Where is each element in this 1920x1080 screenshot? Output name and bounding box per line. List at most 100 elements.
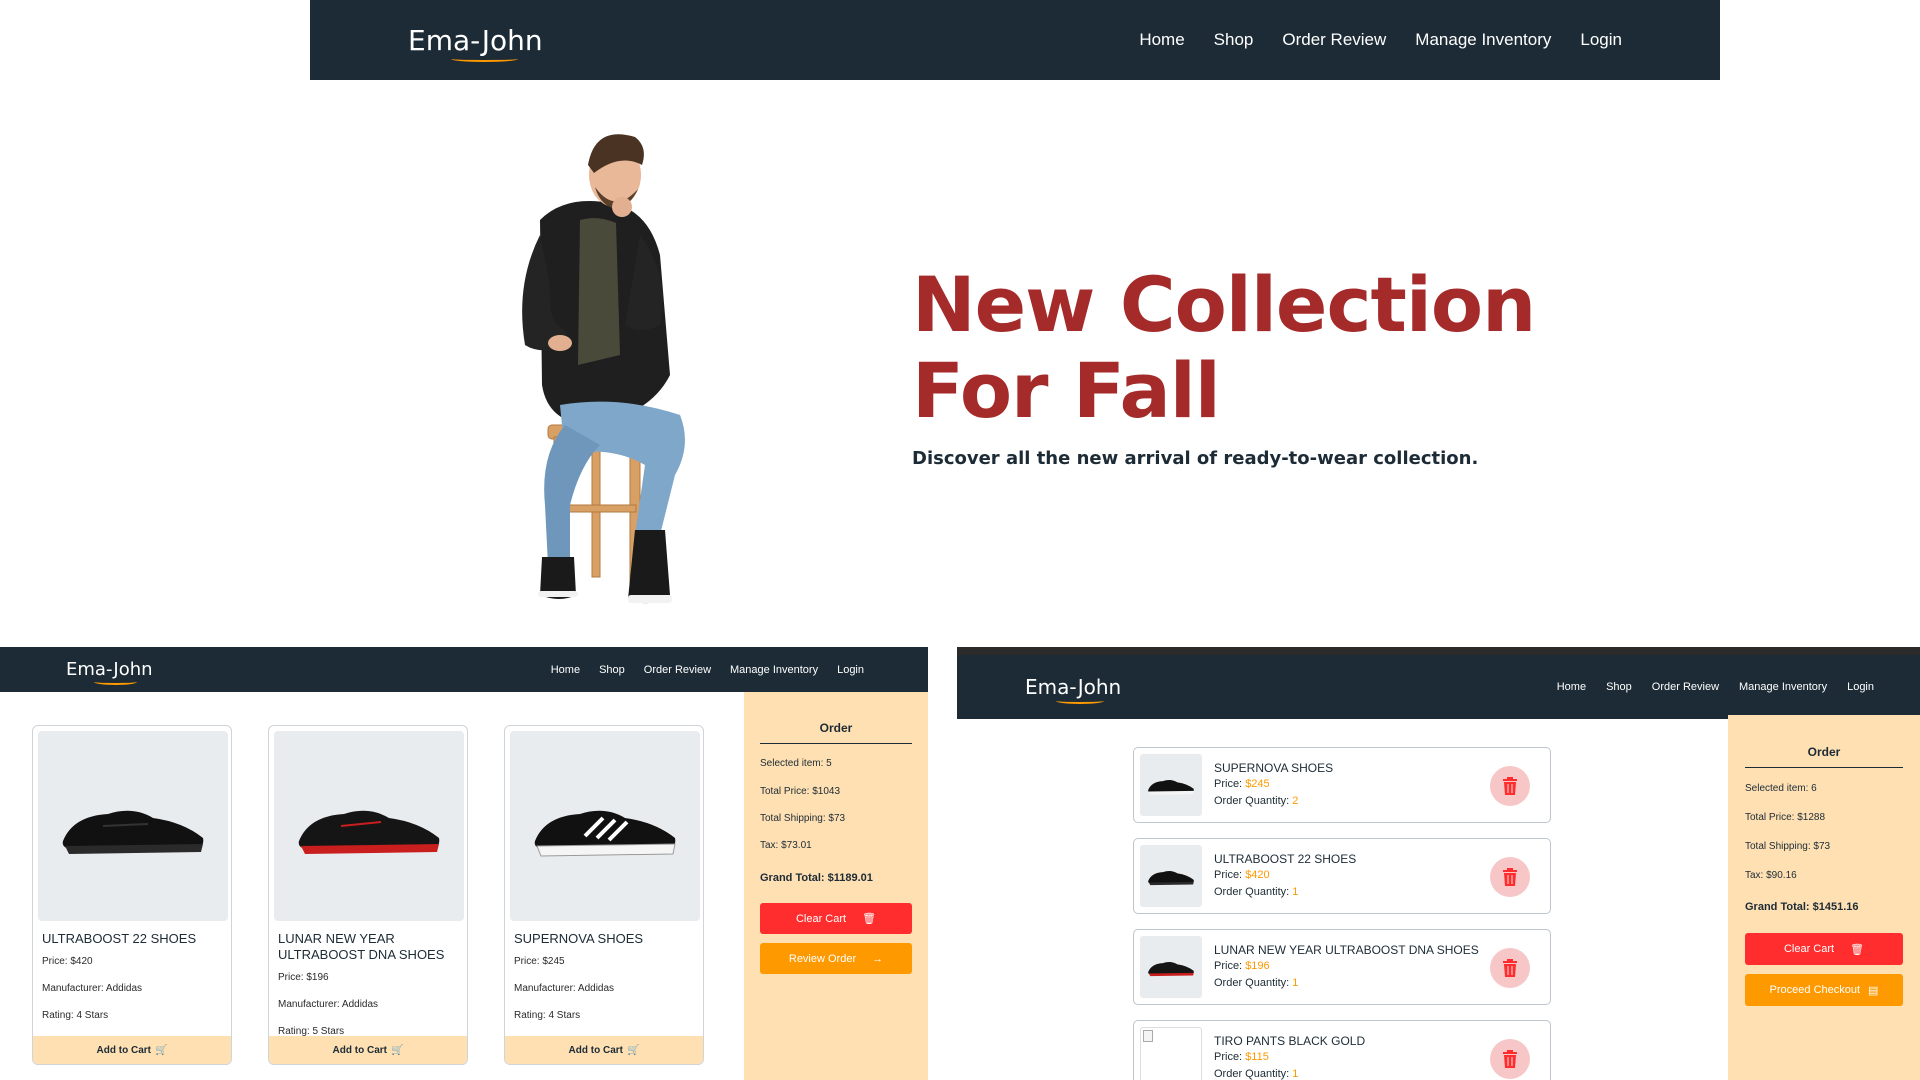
proceed-checkout-button[interactable]: Proceed Checkout ▤ [1745,974,1903,1006]
item-quantity-label: Order Quantity: [1214,795,1293,807]
review-item: SUPERNOVA SHOES Price: $245 Order Quanti… [1133,747,1551,823]
brand-logo[interactable]: Ema-John [1025,675,1122,704]
nav-login-link[interactable]: Login [1847,681,1874,693]
item-quantity-value: 1 [1292,977,1299,989]
product-image [510,731,700,921]
delete-item-button[interactable] [1490,766,1530,806]
nav-login-link[interactable]: Login [837,664,864,676]
review-item: TIRO PANTS BLACK GOLD Price: $115 Order … [1133,1020,1551,1080]
product-name: LUNAR NEW YEAR ULTRABOOST DNA SHOES [278,931,445,962]
total-shipping: Total Shipping: $73 [1745,841,1831,852]
nav-shop-link[interactable]: Shop [599,664,625,676]
trash-icon: 🗑 [1850,943,1865,956]
nav-login-link[interactable]: Login [1580,30,1622,50]
product-manufacturer: Manufacturer: Addidas [514,983,615,994]
total-price: Total Price: $1288 [1745,812,1826,823]
item-price-value: $420 [1245,869,1270,881]
order-summary: Order Selected item: 6 Total Price: $128… [1728,715,1920,1080]
nav-manage-inventory-link[interactable]: Manage Inventory [730,664,818,676]
item-quantity: Order Quantity: 1 [1214,977,1298,989]
nav-menu: Home Shop Order Review Manage Inventory … [532,664,864,676]
product-name: SUPERNOVA SHOES [514,931,644,946]
shoe-image [1148,871,1194,886]
review-navbar: Ema-John Home Shop Order Review Manage I… [957,655,1920,719]
product-image [274,731,464,921]
nav-shop-link[interactable]: Shop [1606,681,1632,693]
item-price-label: Price: [1214,778,1246,790]
product-price: Price: $245 [514,956,565,967]
delete-item-button[interactable] [1490,1039,1530,1079]
nav-order-review-link[interactable]: Order Review [1282,30,1386,50]
add-to-cart-button[interactable]: Add to Cart 🛒 [505,1036,703,1064]
order-summary: Order Selected item: 5 Total Price: $104… [744,692,928,1080]
logo-smile-icon [93,679,137,685]
logo-smile-icon [451,56,519,62]
delete-item-button[interactable] [1490,948,1530,988]
nav-manage-inventory-link[interactable]: Manage Inventory [1415,30,1551,50]
trash-icon [1503,777,1517,795]
nav-order-review-link[interactable]: Order Review [1652,681,1719,693]
item-quantity-value: 2 [1292,795,1299,807]
cart-icon: 🛒 [155,1044,168,1056]
item-name: ULTRABOOST 22 SHOES [1214,852,1357,866]
order-review-page-screenshot: Ema-John Home Shop Order Review Manage I… [957,647,1920,1080]
review-order-button[interactable]: Review Order → [760,943,912,974]
add-to-cart-button[interactable]: Add to Cart 🛒 [33,1036,231,1064]
total-shipping: Total Shipping: $73 [760,813,846,824]
item-name: LUNAR NEW YEAR ULTRABOOST DNA SHOES [1214,943,1479,957]
nav-menu: Home Shop Order Review Manage Inventory … [1110,30,1622,50]
item-name: TIRO PANTS BLACK GOLD [1214,1034,1366,1048]
add-to-cart-label: Add to Cart [96,1044,151,1056]
brand-logo[interactable]: Ema-John [408,24,543,62]
grand-total: Grand Total: $1451.16 [1745,901,1859,913]
browser-top-bar [957,647,1920,655]
item-quantity-label: Order Quantity: [1214,977,1293,989]
nav-home-link[interactable]: Home [551,664,580,676]
add-to-cart-button[interactable]: Add to Cart 🛒 [269,1036,467,1064]
shoe-image [298,810,440,854]
hero-subtitle: Discover all the new arrival of ready-to… [912,448,1479,469]
shoe-image [1148,962,1194,977]
nav-menu: Home Shop Order Review Manage Inventory … [1537,681,1874,693]
nav-shop-link[interactable]: Shop [1214,30,1254,50]
item-quantity: Order Quantity: 1 [1214,886,1298,898]
shoe-image [534,810,676,857]
nav-manage-inventory-link[interactable]: Manage Inventory [1739,681,1827,693]
shop-page-screenshot: Ema-John Home Shop Order Review Manage I… [0,647,928,1080]
item-price: Price: $245 [1214,778,1270,790]
item-price-label: Price: [1214,960,1246,972]
product-manufacturer: Manufacturer: Addidas [42,983,143,994]
product-name: ULTRABOOST 22 SHOES [42,931,197,946]
cart-icon: 🛒 [391,1044,404,1056]
trash-icon [1503,868,1517,886]
trash-icon [1503,959,1517,977]
item-thumbnail [1140,754,1202,816]
clear-cart-button[interactable]: Clear Cart 🗑 [760,903,912,934]
hero-title-line-2: For Fall [912,346,1221,435]
logo-smile-icon [1055,698,1104,704]
nav-home-link[interactable]: Home [1557,681,1586,693]
brand-name: Ema-John [1025,675,1122,699]
brand-logo[interactable]: Ema-John [66,659,153,685]
shoe-image [62,810,204,854]
nav-order-review-link[interactable]: Order Review [644,664,711,676]
product-manufacturer: Manufacturer: Addidas [278,999,379,1010]
clear-cart-button[interactable]: Clear Cart 🗑 [1745,933,1903,965]
item-quantity-label: Order Quantity: [1214,886,1293,898]
product-card: SUPERNOVA SHOES Price: $245 Manufacturer… [504,725,704,1065]
credit-card-icon: ▤ [1868,984,1879,997]
review-item: ULTRABOOST 22 SHOES Price: $420 Order Qu… [1133,838,1551,914]
item-thumbnail [1140,936,1202,998]
product-image [38,731,228,921]
delete-item-button[interactable] [1490,857,1530,897]
nav-home-link[interactable]: Home [1139,30,1184,50]
product-card: ULTRABOOST 22 SHOES Price: $420 Manufact… [32,725,232,1065]
total-price: Total Price: $1043 [760,786,841,797]
shop-navbar: Ema-John Home Shop Order Review Manage I… [0,647,928,692]
selected-items: Selected item: 6 [1745,783,1817,794]
cart-icon: 🛒 [627,1044,640,1056]
tax: Tax: $73.01 [760,840,812,851]
item-quantity: Order Quantity: 1 [1214,1068,1298,1080]
product-price: Price: $196 [278,972,329,983]
trash-icon: 🗑 [862,913,877,925]
